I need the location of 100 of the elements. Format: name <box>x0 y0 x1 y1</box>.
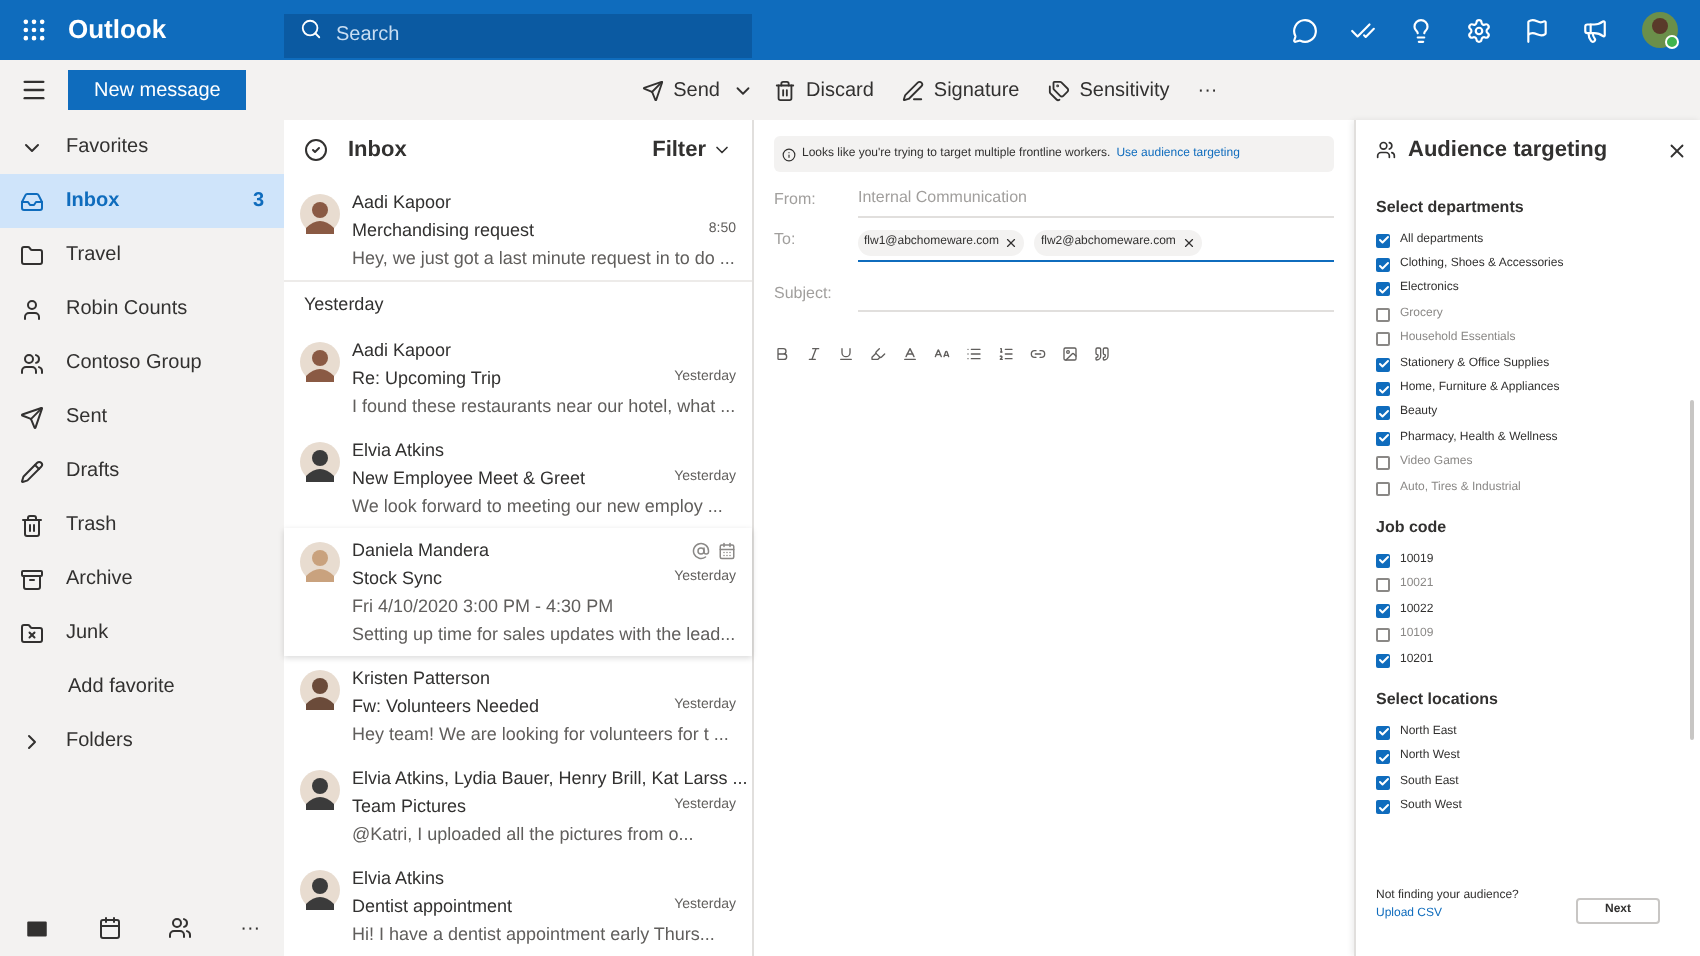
app-launcher-icon[interactable] <box>20 16 48 44</box>
checkbox[interactable] <box>1376 653 1390 668</box>
nav-item[interactable]: Contoso Group <box>0 336 284 390</box>
checkbox[interactable] <box>1376 332 1390 347</box>
checkbox[interactable] <box>1376 382 1390 397</box>
toolbar-button[interactable]: Sensitivity <box>1047 75 1170 105</box>
menu-icon[interactable] <box>20 76 48 104</box>
message-subject: Stock Sync <box>352 566 445 590</box>
bold-icon[interactable] <box>774 346 790 362</box>
nav-item[interactable]: Robin Counts <box>0 282 284 336</box>
checkbox[interactable] <box>1376 233 1390 248</box>
archive-icon <box>20 567 44 591</box>
check-icon <box>1377 554 1389 567</box>
nav-item[interactable]: Junk <box>0 606 284 660</box>
info-icon <box>782 147 796 161</box>
check-icon <box>1377 654 1389 667</box>
nav-item[interactable]: Archive <box>0 552 284 606</box>
bullets-icon[interactable] <box>966 346 982 362</box>
toolbar-button[interactable]: Discard <box>774 75 874 105</box>
people-icon[interactable] <box>168 916 193 940</box>
font-color-icon[interactable] <box>902 346 918 362</box>
checkbox[interactable] <box>1376 357 1390 372</box>
remove-icon[interactable] <box>1181 236 1196 250</box>
filter-button[interactable]: Filter <box>652 133 732 167</box>
message-preview: Hey team! We are looking for volunteers for t ... <box>352 722 731 746</box>
sender-name: Elvia Atkins <box>352 866 447 890</box>
toolbar-button[interactable]: Signature <box>901 75 1020 105</box>
tags-icon <box>1047 79 1070 101</box>
avatar <box>300 770 340 810</box>
send-button[interactable]: Send <box>641 75 720 105</box>
flag-icon[interactable] <box>1524 17 1550 43</box>
avatar <box>300 542 340 582</box>
more-button[interactable]: ··· <box>1197 75 1218 105</box>
check-icon <box>1377 604 1389 617</box>
chat-icon[interactable] <box>1292 17 1318 43</box>
folders-header[interactable]: Folders <box>0 714 284 768</box>
italic-icon[interactable] <box>806 346 822 362</box>
checkbox[interactable] <box>1376 307 1390 322</box>
section-heading: Job code <box>1376 515 1449 540</box>
megaphone-icon[interactable] <box>1582 17 1608 43</box>
calendar-icon[interactable] <box>97 916 122 940</box>
checkbox[interactable] <box>1376 456 1390 471</box>
nav-item[interactable]: Travel <box>0 228 284 282</box>
highlighter-icon[interactable] <box>870 346 886 362</box>
folder-icon <box>20 243 44 267</box>
sender-name: Elvia Atkins, Lydia Bauer, Henry Brill, Kat Larss ... <box>352 766 748 790</box>
message-subject: Merchandising request <box>352 218 537 242</box>
link-icon[interactable] <box>1030 346 1046 362</box>
send-icon <box>641 79 664 101</box>
people-icon <box>20 351 44 375</box>
checkbox[interactable] <box>1376 578 1390 593</box>
nav-item[interactable]: Drafts <box>0 444 284 498</box>
pencil-icon <box>20 459 44 483</box>
checkbox[interactable] <box>1376 775 1390 790</box>
add-favorite-link[interactable]: Add favorite <box>0 660 284 714</box>
avatar <box>300 870 340 910</box>
checkbox[interactable] <box>1376 258 1390 273</box>
subject-label: Subject: <box>774 282 834 306</box>
message-preview: Hey, we just got a last minute request in to do ... <box>352 246 736 270</box>
search-icon <box>300 18 322 40</box>
nav-item[interactable]: Inbox 3 <box>0 174 284 228</box>
favorites-header[interactable]: Favorites <box>0 120 284 174</box>
select-all-icon[interactable] <box>304 138 328 162</box>
search-field[interactable]: Search <box>284 13 752 57</box>
checkbox[interactable] <box>1376 481 1390 496</box>
remove-icon[interactable] <box>1004 236 1019 250</box>
message-subject: New Employee Meet & Greet <box>352 466 588 490</box>
pen-icon <box>901 79 924 101</box>
message-subject: Dentist appointment <box>352 894 515 918</box>
tasks-icon[interactable] <box>1350 17 1376 43</box>
image-icon[interactable] <box>1062 346 1078 362</box>
avatar <box>300 442 340 482</box>
message-subject: Fw: Volunteers Needed <box>352 694 542 718</box>
nav-item[interactable]: Trash <box>0 498 284 552</box>
message-preview: Hi! I have a dentist appointment early Thurs... <box>352 922 717 946</box>
nav-item[interactable]: Sent <box>0 390 284 444</box>
audience-icon <box>1376 140 1396 160</box>
new-message-button[interactable]: New message <box>68 70 247 110</box>
to-label: To: <box>774 228 798 252</box>
profile-avatar[interactable] <box>1640 10 1680 50</box>
checkbox[interactable] <box>1376 800 1390 815</box>
trash-icon <box>20 513 44 537</box>
sender-name: Aadi Kapoor <box>352 190 454 214</box>
sender-name: Elvia Atkins <box>352 438 447 462</box>
section-heading: Select departments <box>1376 195 1526 220</box>
avatar <box>300 670 340 710</box>
section-heading: Select locations <box>1376 687 1500 712</box>
lightbulb-icon[interactable] <box>1408 17 1434 43</box>
numbering-icon[interactable] <box>998 346 1014 362</box>
checkbox[interactable] <box>1376 628 1390 643</box>
avatar <box>300 342 340 382</box>
font-size-icon[interactable] <box>934 346 950 362</box>
sender-name: Aadi Kapoor <box>352 338 454 362</box>
mail-icon[interactable] <box>23 915 50 941</box>
close-icon[interactable] <box>1666 139 1688 161</box>
underline-icon[interactable] <box>838 346 854 362</box>
message-subject: Team Pictures <box>352 794 469 818</box>
more-button[interactable]: ··· <box>240 913 261 943</box>
quote-icon[interactable] <box>1094 346 1110 362</box>
settings-icon[interactable] <box>1466 17 1492 43</box>
